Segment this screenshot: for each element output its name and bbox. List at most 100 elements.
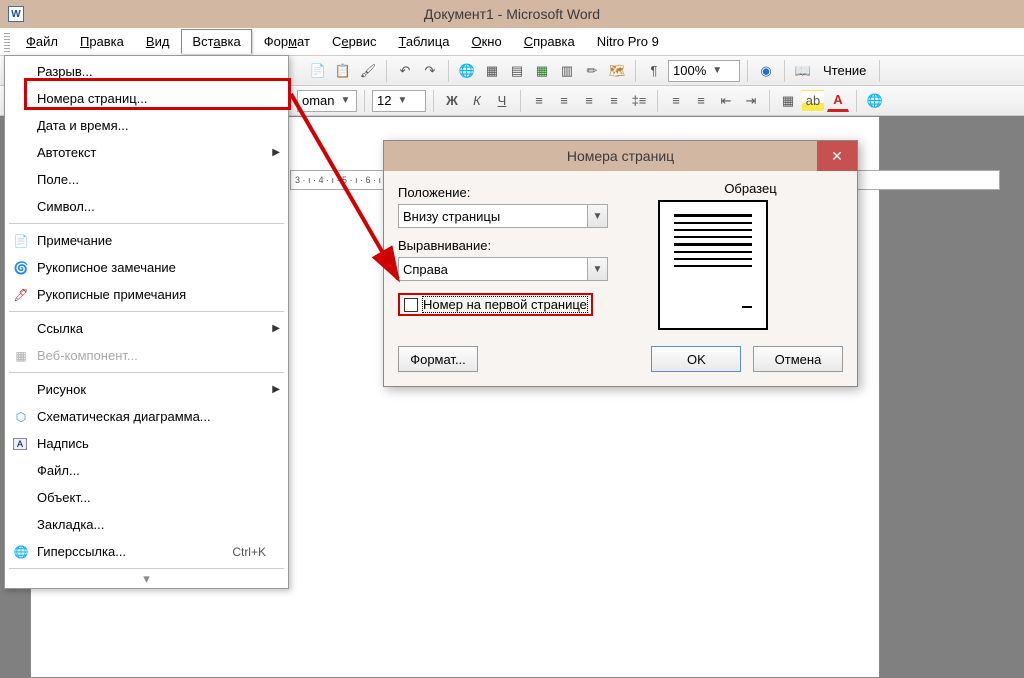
menu-symbol[interactable]: Символ... <box>7 193 286 220</box>
chevron-down-icon: ▼ <box>397 95 407 106</box>
map-icon[interactable]: 🗺 <box>606 60 628 82</box>
preview-thumbnail <box>658 200 768 330</box>
reading-label[interactable]: Чтение <box>817 63 872 78</box>
menu-tools[interactable]: Сервис <box>322 30 387 53</box>
chevron-down-icon[interactable]: ▼ <box>587 258 607 280</box>
italic-icon[interactable]: К <box>466 90 488 112</box>
cancel-button[interactable]: Отмена <box>753 346 843 372</box>
ok-button[interactable]: OK <box>651 346 741 372</box>
format-button[interactable]: Формат... <box>398 346 478 372</box>
link-icon[interactable]: 🌐 <box>456 60 478 82</box>
menu-file-insert[interactable]: Файл... <box>7 457 286 484</box>
toolbar-icon[interactable]: ▦ <box>481 60 503 82</box>
menu-autotext[interactable]: Автотекст▶ <box>7 139 286 166</box>
font-name-select[interactable]: oman ▼ <box>297 90 357 112</box>
highlight-icon[interactable]: ab <box>802 90 824 112</box>
language-icon[interactable]: 🌐 <box>864 90 886 112</box>
bullet-list-icon[interactable]: ≡ <box>690 90 712 112</box>
annotation-red-box-checkbox: Номер на первой странице <box>398 293 593 316</box>
drawing-icon[interactable]: ✏ <box>581 60 603 82</box>
menu-bookmark[interactable]: Закладка... <box>7 511 286 538</box>
chevron-down-icon: ▼ <box>341 95 351 106</box>
numbered-list-icon[interactable]: ≡ <box>665 90 687 112</box>
underline-icon[interactable]: Ч <box>491 90 513 112</box>
menu-break[interactable]: Разрыв... <box>7 58 286 85</box>
align-justify-icon[interactable]: ≡ <box>603 90 625 112</box>
window-title: Документ1 - Microsoft Word <box>424 6 600 22</box>
menu-nitro[interactable]: Nitro Pro 9 <box>587 30 669 53</box>
menu-hyperlink[interactable]: 🌐Гиперссылка...Ctrl+K <box>7 538 286 565</box>
menu-edit[interactable]: Правка <box>70 30 134 53</box>
menu-expand[interactable]: ▾ <box>7 572 286 586</box>
align-value: Справа <box>403 262 448 277</box>
menu-date-time[interactable]: Дата и время... <box>7 112 286 139</box>
excel-icon[interactable]: ▦ <box>531 60 553 82</box>
menu-reference[interactable]: Ссылка▶ <box>7 315 286 342</box>
web-icon: ▦ <box>13 348 29 364</box>
dialog-titlebar: Номера страниц ✕ <box>384 141 857 171</box>
new-icon[interactable]: 📄 <box>307 60 329 82</box>
font-color-icon[interactable]: A <box>827 90 849 112</box>
align-right-icon[interactable]: ≡ <box>578 90 600 112</box>
menu-help[interactable]: Справка <box>514 30 585 53</box>
position-combo[interactable]: Внизу страницы ▼ <box>398 204 608 228</box>
page-numbers-dialog: Номера страниц ✕ Положение: Внизу страни… <box>383 140 858 387</box>
menu-textbox[interactable]: AНадпись <box>7 430 286 457</box>
menu-diagram[interactable]: ⬡Схематическая диаграмма... <box>7 403 286 430</box>
font-size-value: 12 <box>377 93 391 108</box>
position-label: Положение: <box>398 185 618 200</box>
menu-ink-annotations[interactable]: 🖊Рукописные примечания <box>7 281 286 308</box>
menu-picture[interactable]: Рисунок▶ <box>7 376 286 403</box>
align-left-icon[interactable]: ≡ <box>528 90 550 112</box>
zoom-select[interactable]: 100% ▼ <box>668 60 740 82</box>
columns-icon[interactable]: ▥ <box>556 60 578 82</box>
pilcrow-icon[interactable]: ¶ <box>643 60 665 82</box>
paste-icon[interactable]: 📋 <box>332 60 354 82</box>
position-value: Внизу страницы <box>403 209 500 224</box>
close-icon: ✕ <box>831 148 843 165</box>
brush-icon[interactable]: 🖌 <box>357 60 379 82</box>
dialog-title: Номера страниц <box>567 148 674 164</box>
menu-ink-comment[interactable]: 🌀Рукописное замечание <box>7 254 286 281</box>
font-size-select[interactable]: 12 ▼ <box>372 90 426 112</box>
first-page-checkbox-label[interactable]: Номер на первой странице <box>423 297 587 312</box>
ink-icon: 🌀 <box>13 260 29 276</box>
insert-table-icon[interactable]: ▤ <box>506 60 528 82</box>
menu-object[interactable]: Объект... <box>7 484 286 511</box>
menu-field[interactable]: Поле... <box>7 166 286 193</box>
align-center-icon[interactable]: ≡ <box>553 90 575 112</box>
reading-icon[interactable]: 📖 <box>792 60 814 82</box>
menu-web-component: ▦Веб-компонент... <box>7 342 286 369</box>
bold-icon[interactable]: Ж <box>441 90 463 112</box>
first-page-checkbox[interactable] <box>404 298 418 312</box>
menu-page-numbers[interactable]: Номера страниц... <box>7 85 286 112</box>
align-label: Выравнивание: <box>398 238 618 253</box>
redo-icon[interactable]: ↷ <box>419 60 441 82</box>
line-spacing-icon[interactable]: ‡≡ <box>628 90 650 112</box>
menu-window[interactable]: Окно <box>461 30 511 53</box>
dialog-close-button[interactable]: ✕ <box>817 141 857 171</box>
title-bar: W Документ1 - Microsoft Word <box>0 0 1024 28</box>
menu-file[interactable]: Файл <box>16 30 68 53</box>
globe-icon: 🌐 <box>13 544 29 560</box>
borders-icon[interactable]: ▦ <box>777 90 799 112</box>
zoom-value: 100% <box>673 63 706 78</box>
help-icon[interactable]: ◉ <box>755 60 777 82</box>
menu-format[interactable]: Формат <box>254 30 320 53</box>
menu-table[interactable]: Таблица <box>388 30 459 53</box>
chevron-down-icon[interactable]: ▼ <box>587 205 607 227</box>
increase-indent-icon[interactable]: ⇥ <box>740 90 762 112</box>
menubar-grip <box>4 32 10 52</box>
undo-icon[interactable]: ↶ <box>394 60 416 82</box>
shortcut-label: Ctrl+K <box>232 545 266 559</box>
decrease-indent-icon[interactable]: ⇤ <box>715 90 737 112</box>
word-icon: W <box>8 6 24 22</box>
comment-icon: 📄 <box>13 233 29 249</box>
menu-insert[interactable]: Вставка <box>181 29 251 54</box>
align-combo[interactable]: Справа ▼ <box>398 257 608 281</box>
menu-view[interactable]: Вид <box>136 30 180 53</box>
menu-bar: Файл Правка Вид Вставка Формат Сервис Та… <box>0 28 1024 56</box>
preview-label: Образец <box>658 181 843 196</box>
menu-comment[interactable]: 📄Примечание <box>7 227 286 254</box>
textbox-icon: A <box>13 438 27 450</box>
